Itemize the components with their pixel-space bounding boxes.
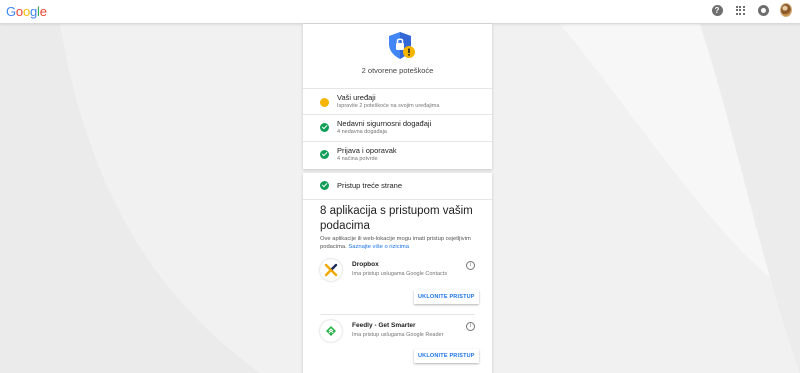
section-title: Pristup treće strane (337, 181, 403, 190)
notifications-button[interactable] (757, 4, 769, 16)
checkup-item-title: Vaši uređaji (337, 93, 376, 102)
logo-letter: G (6, 4, 16, 19)
check-icon (320, 181, 329, 190)
info-icon[interactable]: i (466, 322, 475, 331)
apps-access-headline: 8 aplikacija s pristupom vašim podacima (320, 205, 473, 232)
checkup-item-subtitle: 4 načina potvrde (337, 156, 378, 162)
avatar (780, 3, 792, 17)
google-logo[interactable]: Google (6, 4, 47, 19)
checkup-item-devices[interactable]: Vaši uređaji Ispravite 2 poteškoće na sv… (303, 88, 492, 116)
apps-access-description: Ove aplikacije ili web-lokacije mogu ima… (320, 235, 490, 251)
app-name: Dropbox (352, 261, 379, 268)
help-icon: ? (711, 4, 723, 16)
logo-letter: g (29, 4, 38, 19)
app-access-text: Ima pristup uslugama Google Contacts (352, 271, 448, 277)
third-party-access-card: Pristup treće strane 8 aplikacija s pris… (303, 173, 492, 373)
app-access-text: Ima pristup uslugama Google Reader (352, 332, 444, 338)
top-bar-actions: ? (711, 3, 792, 17)
notifications-icon (757, 4, 769, 16)
checkup-item-title: Nedavni sigurnosni događaji (337, 119, 432, 128)
learn-more-link[interactable]: Saznajte više o rizicima (348, 244, 409, 250)
checkup-item-security-events[interactable]: Nedavni sigurnosni događaji 4 nedavna do… (303, 115, 492, 143)
logo-letter: o (22, 4, 30, 19)
shield-warning-icon (386, 30, 418, 62)
remove-access-button[interactable]: UKLONITE PRISTUP (414, 349, 479, 363)
check-icon (320, 123, 329, 132)
check-icon (320, 150, 329, 159)
checkup-item-signin-recovery[interactable]: Prijava i oporavak 4 načina potvrde (303, 142, 492, 170)
third-party-section-header[interactable]: Pristup treće strane (303, 178, 492, 194)
security-checkup-card: 2 otvorene poteškoće Vaši uređaji Isprav… (303, 24, 492, 169)
logo-letter: o (15, 4, 23, 19)
dropbox-logo (320, 259, 342, 281)
top-app-bar: Google ? (0, 0, 800, 24)
account-button[interactable] (780, 3, 792, 17)
logo-letter: e (39, 4, 47, 19)
apps-button[interactable] (734, 4, 746, 16)
apps-grid-icon (735, 5, 745, 15)
info-icon[interactable]: i (466, 261, 475, 270)
app-name: Feedly - Get Smarter (352, 322, 416, 329)
divider (320, 314, 475, 315)
checkup-item-title: Prijava i oporavak (337, 146, 397, 155)
help-button[interactable]: ? (711, 4, 723, 16)
remove-access-button[interactable]: UKLONITE PRISTUP (414, 290, 479, 304)
feedly-logo (320, 320, 342, 342)
open-issues-summary: 2 otvorene poteškoće (361, 66, 434, 75)
checkup-item-subtitle: 4 nedavna događaja (337, 129, 387, 135)
divider (303, 199, 492, 200)
checkup-item-subtitle: Ispravite 2 poteškoće na svojim uređajim… (337, 103, 440, 109)
warning-icon (320, 98, 329, 107)
